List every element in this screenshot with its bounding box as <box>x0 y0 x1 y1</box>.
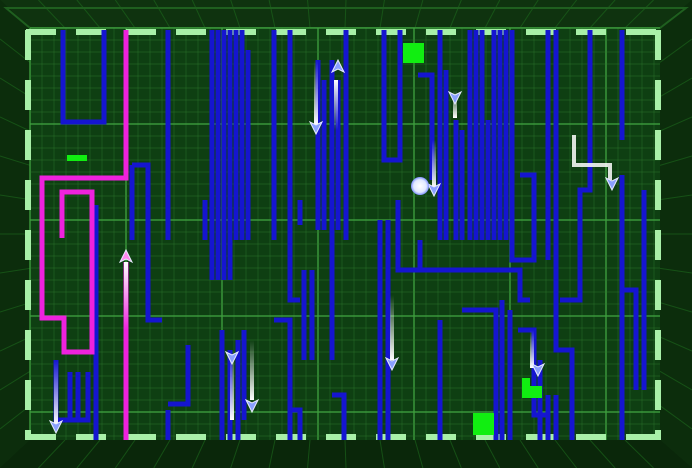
light-streak <box>334 80 338 130</box>
light-streak <box>124 262 128 330</box>
light-streak <box>432 140 436 188</box>
light-streak <box>390 295 394 360</box>
bonus-block <box>473 413 494 435</box>
arena-view[interactable] <box>0 0 692 468</box>
light-streak <box>314 60 318 125</box>
game-viewport[interactable] <box>0 0 692 468</box>
light-streak <box>530 330 534 368</box>
light-streak <box>250 340 254 400</box>
bonus-block <box>67 155 87 161</box>
bonus-block <box>403 43 424 63</box>
energy-orb-icon <box>411 177 429 195</box>
light-streak <box>54 360 58 425</box>
